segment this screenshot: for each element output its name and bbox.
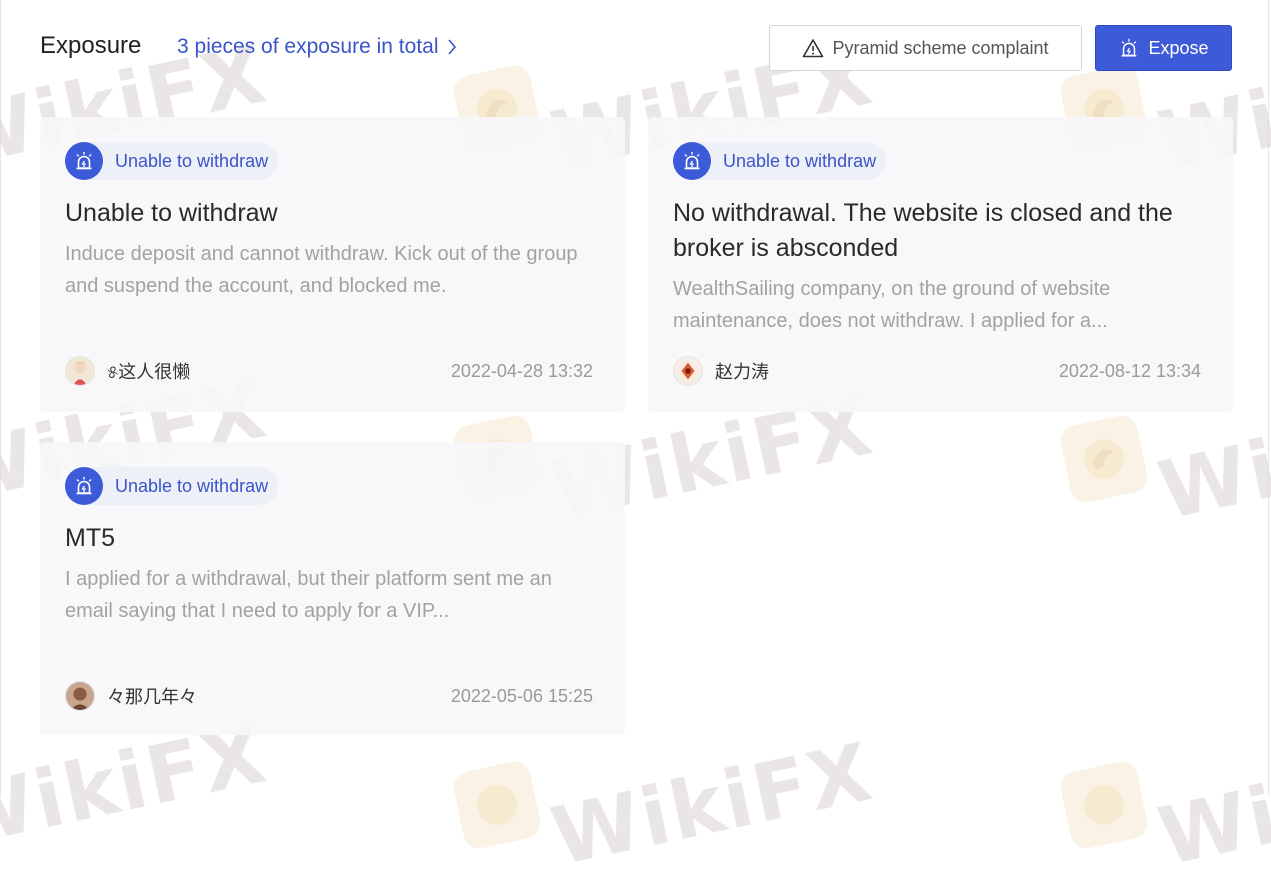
section-title: Exposure: [40, 32, 142, 59]
author-name: ୫这人很懒: [107, 362, 191, 382]
alarm-light-icon: [65, 467, 103, 505]
exposure-card[interactable]: Unable to withdraw Unable to withdraw In…: [40, 117, 625, 412]
pyramid-complaint-label: Pyramid scheme complaint: [832, 37, 1049, 58]
pyramid-complaint-button[interactable]: Pyramid scheme complaint: [769, 25, 1082, 71]
category-label: Unable to withdraw: [723, 150, 877, 171]
category-label: Unable to withdraw: [115, 475, 269, 496]
card-date: 2022-08-12 13:34: [1058, 361, 1201, 381]
chevron-right-icon: [447, 39, 456, 55]
total-exposure-link[interactable]: 3 pieces of exposure in total: [177, 35, 457, 59]
author-name: 々那几年々: [107, 687, 197, 707]
expose-label: Expose: [1148, 37, 1209, 58]
card-description: Induce deposit and cannot withdraw. Kick…: [65, 243, 578, 297]
avatar: [65, 356, 95, 386]
card-description: WealthSailing company, on the ground of …: [673, 278, 1111, 332]
exposure-card[interactable]: Unable to withdraw MT5 I applied for a w…: [40, 442, 625, 735]
card-title: MT5: [65, 524, 115, 552]
avatar: [673, 356, 703, 386]
avatar: [65, 681, 95, 711]
card-title: Unable to withdraw: [65, 199, 278, 227]
card-author: ୫这人很懒: [65, 356, 190, 386]
card-date: 2022-05-06 15:25: [450, 686, 593, 706]
alarm-light-icon: [673, 142, 711, 180]
alarm-light-icon: [1122, 38, 1137, 57]
category-label: Unable to withdraw: [115, 150, 269, 171]
author-name: 赵力涛: [715, 362, 769, 382]
warning-triangle-icon: [803, 39, 824, 58]
category-badge: Unable to withdraw: [65, 142, 279, 180]
card-description: I applied for a withdrawal, but their pl…: [65, 568, 552, 622]
card-title: No withdrawal. The website is closed and…: [673, 199, 1173, 262]
card-date: 2022-04-28 13:32: [450, 361, 593, 381]
card-author: 赵力涛: [673, 356, 769, 386]
category-badge: Unable to withdraw: [65, 467, 279, 505]
expose-button[interactable]: Expose: [1095, 25, 1232, 71]
total-exposure-label: 3 pieces of exposure in total: [177, 35, 439, 58]
category-badge: Unable to withdraw: [673, 142, 887, 180]
exposure-card[interactable]: Unable to withdraw No withdrawal. The we…: [648, 117, 1233, 412]
card-author: 々那几年々: [65, 681, 197, 711]
alarm-light-icon: [65, 142, 103, 180]
